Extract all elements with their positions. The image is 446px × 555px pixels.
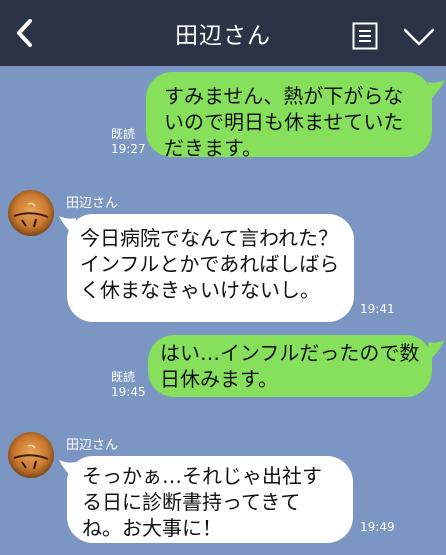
chat-header: 田辺さん — [0, 0, 446, 66]
read-receipt: 既読 19:27 — [111, 127, 146, 157]
message-text: すみません、熱が下がらないので明日も休ませていただきます。 — [164, 84, 404, 160]
sender-name: 田辺さん — [66, 196, 119, 211]
message-text: はい…インフルだったので数日休みます。 — [160, 341, 420, 391]
avatar-image — [8, 432, 54, 478]
message-time: 19:27 — [111, 142, 146, 156]
received-message-bubble[interactable]: 今日病院でなんて言われた？インフルとかであればしばらく休まなきゃいけないし。 — [67, 214, 354, 322]
read-label: 既読 — [111, 127, 136, 141]
message-time: 19:41 — [360, 302, 395, 316]
read-receipt: 既読 19:45 — [111, 370, 146, 400]
message-text: 今日病院でなんて言われた？インフルとかであればしばらく休まなきゃいけないし。 — [80, 226, 340, 302]
note-icon[interactable] — [352, 22, 378, 50]
avatar[interactable] — [8, 190, 54, 236]
read-label: 既読 — [111, 370, 136, 384]
my-message-bubble[interactable]: すみません、熱が下がらないので明日も休ませていただきます。 — [146, 72, 432, 160]
chat-title: 田辺さん — [175, 23, 271, 49]
my-message-bubble[interactable]: はい…インフルだったので数日休みます。 — [148, 335, 432, 397]
message-text: そっかぁ…それじゃ出社する日に診断書持ってきてね。お大事に！ — [82, 464, 322, 540]
message-time: 19:49 — [360, 520, 395, 534]
avatar-image — [8, 190, 54, 236]
avatar[interactable] — [8, 432, 54, 478]
message-time: 19:45 — [111, 385, 146, 399]
chevron-down-icon[interactable] — [403, 27, 435, 47]
sender-name: 田辺さん — [66, 438, 119, 453]
received-message-bubble[interactable]: そっかぁ…それじゃ出社する日に診断書持ってきてね。お大事に！ — [67, 456, 353, 543]
